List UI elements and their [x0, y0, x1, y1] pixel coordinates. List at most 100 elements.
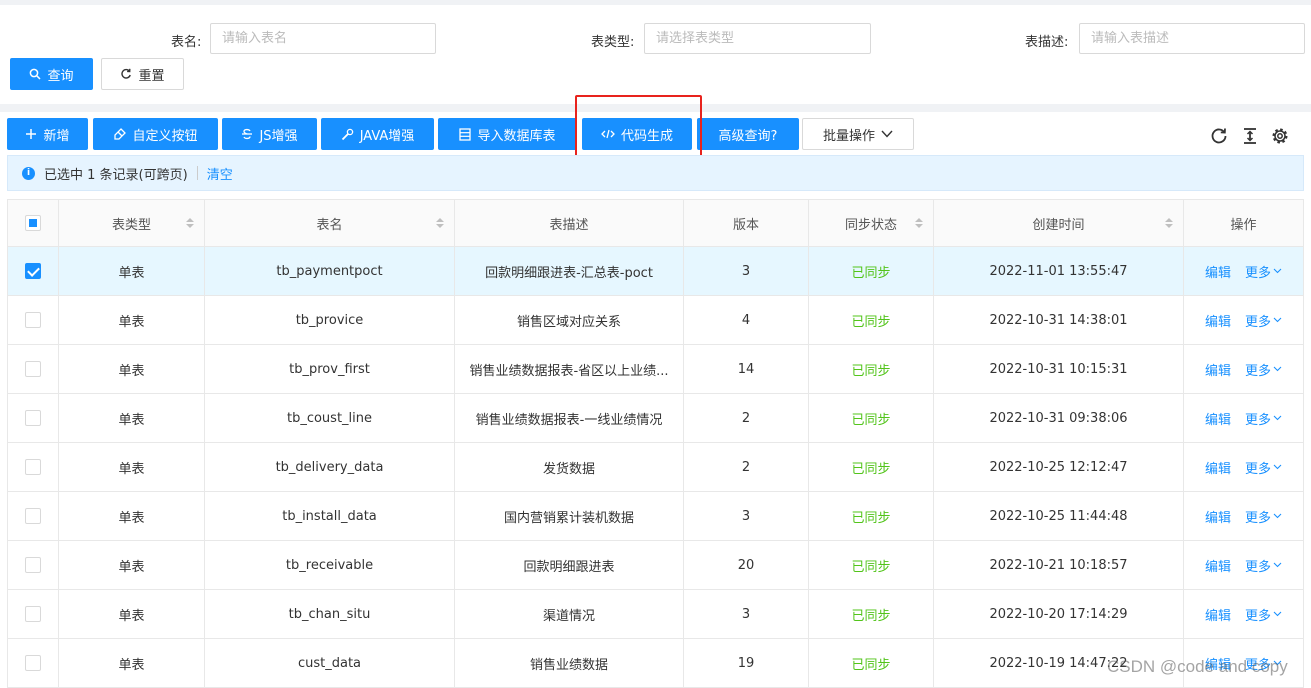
cell-type: 单表	[59, 394, 205, 442]
table-row[interactable]: 单表 tb_install_data 国内营销累计装机数据 3 已同步 2022-10-2…	[8, 492, 1303, 541]
js-enhance-button-label: JS增强	[259, 128, 298, 144]
cell-desc: 销售区域对应关系	[455, 296, 684, 344]
header-sync[interactable]: 同步状态	[809, 200, 934, 246]
table-row[interactable]: 单表 tb_provice 销售区域对应关系 4 已同步 2022-10-31 14:38…	[8, 296, 1303, 345]
table-row[interactable]: 单表 tb_coust_line 销售业绩数据报表-一线业绩情况 2 已同步 2022-1…	[8, 394, 1303, 443]
row-checkbox[interactable]	[25, 312, 41, 328]
sort-icon[interactable]	[186, 218, 194, 228]
edit-link[interactable]: 编辑	[1205, 605, 1231, 624]
more-dropdown[interactable]: 更多	[1245, 311, 1282, 330]
cell-name: cust_data	[205, 639, 455, 687]
header-name-label: 表名	[316, 217, 343, 233]
cell-desc: 销售业绩数据	[455, 639, 684, 687]
more-dropdown[interactable]: 更多	[1245, 262, 1282, 281]
table-row[interactable]: 单表 cust_data 销售业绩数据 19 已同步 2022-10-19 14:47:2…	[8, 639, 1303, 688]
more-dropdown[interactable]: 更多	[1245, 507, 1282, 526]
cell-desc: 回款明细跟进表-汇总表-poct	[455, 247, 684, 295]
cell-version: 3	[684, 247, 809, 295]
header-select-all[interactable]	[8, 200, 59, 246]
header-created[interactable]: 创建时间	[934, 200, 1184, 246]
edit-link[interactable]: 编辑	[1205, 360, 1231, 379]
cell-actions: 编辑 更多	[1184, 394, 1303, 442]
table-name-input[interactable]: 请输入表名	[210, 23, 436, 54]
row-checkbox[interactable]	[25, 557, 41, 573]
cell-created: 2022-10-19 14:47:22	[934, 639, 1184, 687]
row-select-cell[interactable]	[8, 247, 59, 295]
cell-version: 4	[684, 296, 809, 344]
row-select-cell[interactable]	[8, 394, 59, 442]
row-checkbox[interactable]	[25, 606, 41, 622]
cell-desc: 销售业绩数据报表-省区以上业绩...	[455, 345, 684, 393]
import-db-button[interactable]: 导入数据库表	[438, 118, 577, 150]
cell-sync-status: 已同步	[809, 541, 934, 589]
more-dropdown[interactable]: 更多	[1245, 605, 1282, 624]
chevron-down-icon	[881, 130, 893, 138]
add-button-label: 新增	[43, 128, 70, 144]
edit-link[interactable]: 编辑	[1205, 409, 1231, 428]
table-row[interactable]: 单表 tb_receivable 回款明细跟进表 20 已同步 2022-10-21 10…	[8, 541, 1303, 590]
advanced-query-button[interactable]: 高级查询?	[697, 118, 799, 150]
batch-ops-label: 批量操作	[822, 128, 875, 144]
edit-link[interactable]: 编辑	[1205, 311, 1231, 330]
table-row[interactable]: 单表 tb_delivery_data 发货数据 2 已同步 2022-10-25 12:…	[8, 443, 1303, 492]
more-dropdown[interactable]: 更多	[1245, 458, 1282, 477]
java-enhance-button[interactable]: JAVA增强	[321, 118, 434, 150]
edit-link[interactable]: 编辑	[1205, 262, 1231, 281]
more-dropdown[interactable]: 更多	[1245, 360, 1282, 379]
header-actions: 操作	[1184, 200, 1303, 246]
table-row[interactable]: 单表 tb_chan_situ 渠道情况 3 已同步 2022-10-20 17:14:2…	[8, 590, 1303, 639]
row-checkbox[interactable]	[25, 410, 41, 426]
row-select-cell[interactable]	[8, 345, 59, 393]
java-enhance-button-label: JAVA增强	[359, 128, 415, 144]
table-type-placeholder: 请选择表类型	[656, 31, 735, 46]
header-type[interactable]: 表类型	[59, 200, 205, 246]
row-checkbox[interactable]	[25, 361, 41, 377]
cell-type: 单表	[59, 492, 205, 540]
header-name[interactable]: 表名	[205, 200, 455, 246]
table-row[interactable]: 单表 tb_prov_first 销售业绩数据报表-省区以上业绩... 14 已同步 20…	[8, 345, 1303, 394]
sort-icon[interactable]	[436, 218, 444, 228]
reset-button-label: 重置	[138, 68, 165, 84]
row-checkbox[interactable]	[25, 263, 41, 279]
more-dropdown[interactable]: 更多	[1245, 556, 1282, 575]
code-gen-button[interactable]: 代码生成	[582, 118, 692, 150]
row-select-cell[interactable]	[8, 492, 59, 540]
edit-link[interactable]: 编辑	[1205, 654, 1231, 673]
row-select-cell[interactable]	[8, 639, 59, 687]
column-height-icon[interactable]	[1240, 126, 1260, 146]
table-desc-placeholder: 请输入表描述	[1091, 31, 1170, 46]
more-dropdown[interactable]: 更多	[1245, 654, 1282, 673]
row-select-cell[interactable]	[8, 541, 59, 589]
edit-link[interactable]: 编辑	[1205, 556, 1231, 575]
edit-link[interactable]: 编辑	[1205, 458, 1231, 477]
row-select-cell[interactable]	[8, 590, 59, 638]
data-table: 表类型 表名 表描述 版本 同步状态 创建时间 操作 单表 tb_paymentp…	[7, 199, 1304, 688]
row-checkbox[interactable]	[25, 459, 41, 475]
cell-sync-status: 已同步	[809, 639, 934, 687]
refresh-icon[interactable]	[1209, 126, 1229, 146]
table-type-select[interactable]: 请选择表类型	[644, 23, 871, 54]
reset-button[interactable]: 重置	[101, 58, 184, 90]
more-dropdown[interactable]: 更多	[1245, 409, 1282, 428]
sort-icon[interactable]	[1165, 218, 1173, 228]
query-button[interactable]: 查询	[10, 58, 93, 90]
sort-icon[interactable]	[915, 218, 923, 228]
row-select-cell[interactable]	[8, 443, 59, 491]
gear-icon[interactable]	[1270, 126, 1290, 146]
table-desc-input[interactable]: 请输入表描述	[1079, 23, 1305, 54]
row-checkbox[interactable]	[25, 508, 41, 524]
table-row[interactable]: 单表 tb_paymentpoct 回款明细跟进表-汇总表-poct 3 已同步 2022…	[8, 247, 1303, 296]
row-checkbox[interactable]	[25, 655, 41, 671]
table-name-label: 表名:	[171, 35, 202, 50]
add-button[interactable]: 新增	[7, 118, 88, 150]
select-all-checkbox[interactable]	[25, 215, 41, 231]
table-body: 单表 tb_paymentpoct 回款明细跟进表-汇总表-poct 3 已同步 2022…	[8, 247, 1303, 688]
edit-link[interactable]: 编辑	[1205, 507, 1231, 526]
custom-button[interactable]: 自定义按钮	[93, 118, 218, 150]
table-desc-label: 表描述:	[1025, 35, 1069, 50]
row-select-cell[interactable]	[8, 296, 59, 344]
cell-actions: 编辑 更多	[1184, 345, 1303, 393]
js-enhance-button[interactable]: JS增强	[222, 118, 317, 150]
batch-ops-dropdown[interactable]: 批量操作	[802, 118, 914, 150]
clear-selection-link[interactable]: 清空	[207, 164, 233, 183]
